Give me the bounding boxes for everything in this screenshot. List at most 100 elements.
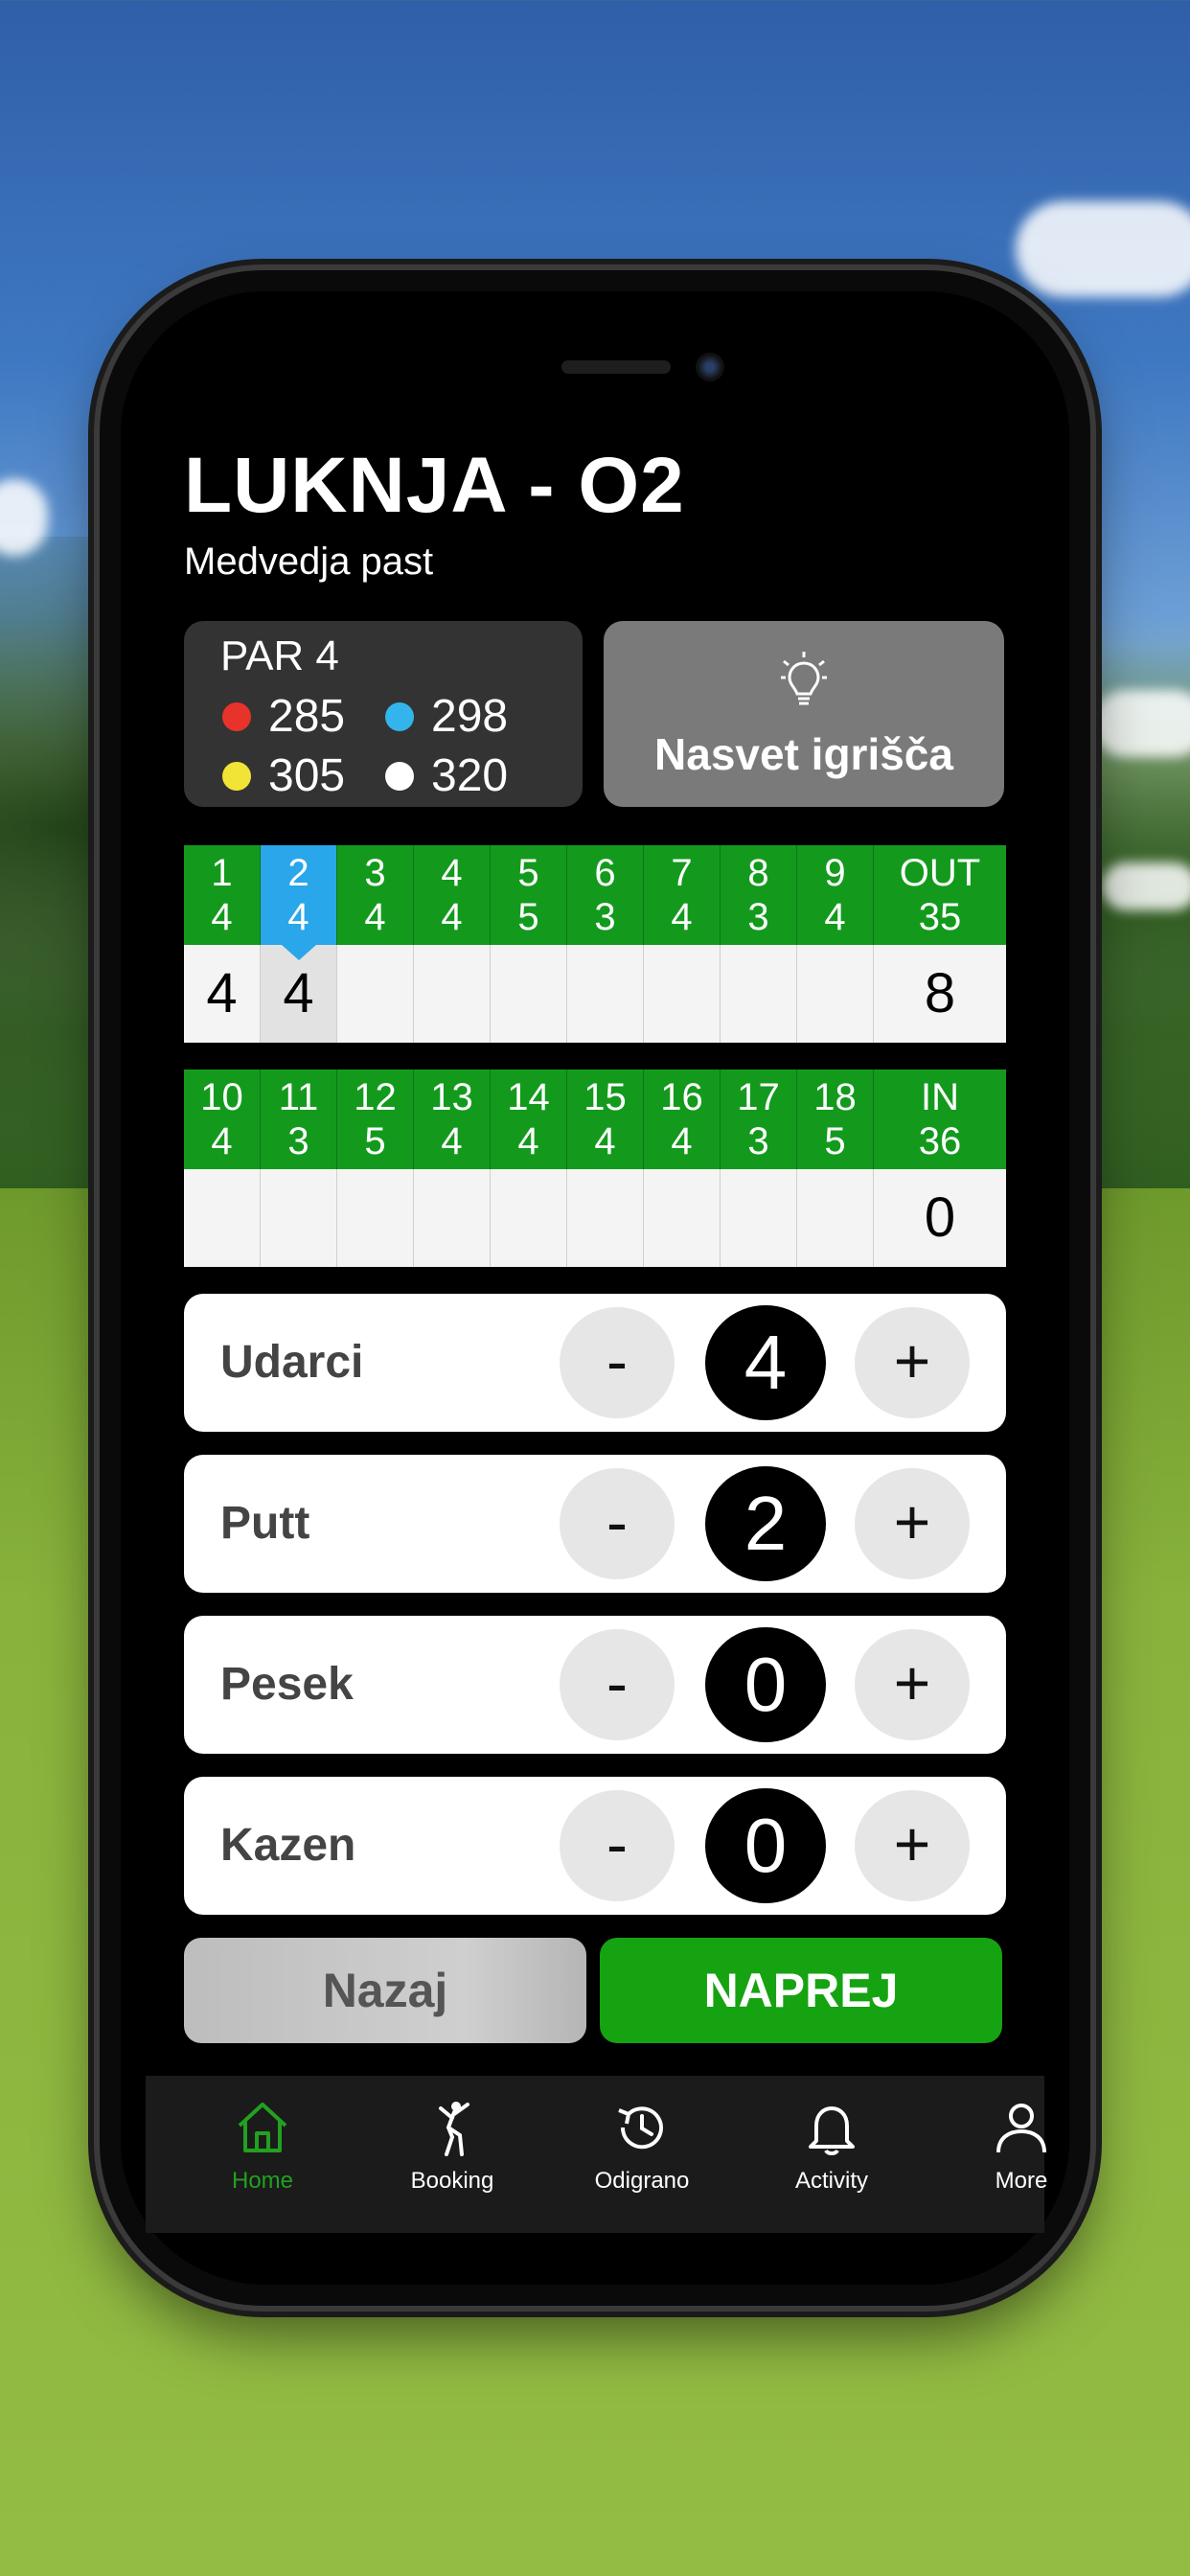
hole-header[interactable]: 14 xyxy=(184,845,261,945)
hole-header[interactable]: 44 xyxy=(414,845,491,945)
scorecard-score-row: 0 xyxy=(184,1169,1006,1267)
tee-white: 320 xyxy=(385,749,508,802)
tee-blue: 298 xyxy=(385,690,508,743)
hole-score[interactable] xyxy=(337,945,414,1043)
hole-header[interactable]: 55 xyxy=(491,845,567,945)
hole-score[interactable] xyxy=(414,1169,491,1267)
strokes-value: 4 xyxy=(705,1305,826,1420)
par-card: PAR 4 285 298 305 320 xyxy=(184,621,583,807)
par-label: PAR 4 xyxy=(220,632,339,679)
tab-label: More xyxy=(995,2168,1048,2194)
tab-activity[interactable]: Activity xyxy=(745,2076,918,2229)
hole-header[interactable]: 11 3 xyxy=(261,1070,337,1169)
lightbulb-icon xyxy=(781,652,827,705)
tee-blue-dot xyxy=(385,702,414,731)
increment-penalty-button[interactable]: + xyxy=(855,1790,970,1901)
hole-header[interactable]: 12 5 xyxy=(337,1070,414,1169)
increment-sand-button[interactable]: + xyxy=(855,1629,970,1740)
stat-label: Putt xyxy=(220,1498,310,1549)
hole-header[interactable]: 10 4 xyxy=(184,1070,261,1169)
stat-row-strokes: Udarci - 4 + xyxy=(184,1294,1006,1432)
hole-score[interactable] xyxy=(567,945,644,1043)
hole-score[interactable] xyxy=(567,1169,644,1267)
tab-label: Odigrano xyxy=(594,2168,690,2194)
tee-red: 285 xyxy=(222,690,345,743)
front-camera xyxy=(696,353,724,381)
stat-row-penalty: Kazen - 0 + xyxy=(184,1777,1006,1915)
hole-score[interactable] xyxy=(261,1169,337,1267)
course-tip-button[interactable]: Nasvet igrišča xyxy=(604,621,1004,807)
stat-label: Pesek xyxy=(220,1659,354,1710)
in-total-header: IN 36 xyxy=(874,1070,1006,1169)
increment-strokes-button[interactable]: + xyxy=(855,1307,970,1418)
golfer-icon xyxy=(439,2102,469,2156)
hole-score[interactable] xyxy=(797,1169,874,1267)
hole-header-current[interactable]: 24 xyxy=(261,845,337,960)
hole-score[interactable] xyxy=(797,945,874,1043)
decrement-putts-button[interactable]: - xyxy=(560,1468,675,1579)
hole-header[interactable]: 16 4 xyxy=(644,1070,721,1169)
tab-home[interactable]: Home xyxy=(176,2076,349,2229)
hole-score[interactable] xyxy=(184,1169,261,1267)
out-total-header: OUT 35 xyxy=(874,845,1006,945)
decrement-strokes-button[interactable]: - xyxy=(560,1307,675,1418)
hole-score[interactable] xyxy=(644,945,721,1043)
hole-header[interactable]: 17 3 xyxy=(721,1070,797,1169)
page-title: LUKNJA - O2 xyxy=(184,442,685,529)
tab-booking[interactable]: Booking xyxy=(366,2076,538,2229)
hole-score[interactable] xyxy=(644,1169,721,1267)
scorecard-header-row: 10 4 11 3 12 5 13 4 14 4 15 4 16 4 17 3 18 5 IN 36 xyxy=(184,1070,1006,1169)
background-cloud xyxy=(1092,690,1190,757)
hole-header[interactable]: 18 5 xyxy=(797,1070,874,1169)
bottom-tab-bar: Home Booking Odigrano Activity More xyxy=(146,2076,1047,2233)
hole-score[interactable] xyxy=(337,1169,414,1267)
course-tip-label: Nasvet igrišča xyxy=(654,729,953,779)
stat-label: Kazen xyxy=(220,1820,356,1871)
home-icon xyxy=(238,2103,287,2152)
tee-white-dot xyxy=(385,761,414,791)
tab-label: Activity xyxy=(794,2168,868,2194)
hole-header[interactable]: 14 4 xyxy=(491,1070,567,1169)
hole-header[interactable]: 34 xyxy=(337,845,414,945)
hole-score[interactable] xyxy=(721,1169,797,1267)
tab-more[interactable]: More xyxy=(935,2076,1108,2229)
course-name: Medvedja past xyxy=(184,540,434,583)
tab-label: Home xyxy=(231,2168,294,2194)
history-icon xyxy=(618,2106,663,2150)
scorecard-back-nine: 10 4 11 3 12 5 13 4 14 4 15 4 16 4 17 3 18 5 IN 36… xyxy=(184,1070,1006,1267)
stat-row-putts: Putt - 2 + xyxy=(184,1455,1006,1593)
scorecard-front-nine: 14 24 34 44 55 63 74 83 94 OUT 35 4 4 8 xyxy=(184,845,1006,1043)
hole-header[interactable]: 13 4 xyxy=(414,1070,491,1169)
increment-putts-button[interactable]: + xyxy=(855,1468,970,1579)
tee-distance: 285 xyxy=(268,691,346,742)
decrement-penalty-button[interactable]: - xyxy=(560,1790,675,1901)
hole-header[interactable]: 83 xyxy=(721,845,797,945)
hole-score[interactable] xyxy=(491,945,567,1043)
tee-distance: 305 xyxy=(268,750,346,801)
hole-header[interactable]: 63 xyxy=(567,845,644,945)
hole-header[interactable]: 74 xyxy=(644,845,721,945)
in-total-score: 0 xyxy=(874,1169,1006,1267)
tab-odigrano[interactable]: Odigrano xyxy=(556,2076,728,2229)
stat-label: Udarci xyxy=(220,1337,364,1388)
tee-distance: 320 xyxy=(431,750,509,801)
hole-score[interactable]: 4 xyxy=(184,945,261,1043)
hole-score[interactable] xyxy=(491,1169,567,1267)
decrement-sand-button[interactable]: - xyxy=(560,1629,675,1740)
putts-value: 2 xyxy=(705,1466,826,1581)
tee-yellow: 305 xyxy=(222,749,345,802)
hole-score[interactable] xyxy=(414,945,491,1043)
bell-icon xyxy=(809,2106,855,2155)
tee-distance: 298 xyxy=(431,691,509,742)
out-total-score: 8 xyxy=(874,945,1006,1043)
next-button[interactable]: NAPREJ xyxy=(600,1938,1002,2043)
hole-score[interactable] xyxy=(721,945,797,1043)
background-cloud xyxy=(1102,862,1190,910)
tee-red-dot xyxy=(222,702,251,731)
person-icon xyxy=(996,2104,1046,2153)
hole-header[interactable]: 94 xyxy=(797,845,874,945)
stat-row-sand: Pesek - 0 + xyxy=(184,1616,1006,1754)
tab-label: Booking xyxy=(410,2168,494,2194)
hole-header[interactable]: 15 4 xyxy=(567,1070,644,1169)
back-button[interactable]: Nazaj xyxy=(184,1938,586,2043)
